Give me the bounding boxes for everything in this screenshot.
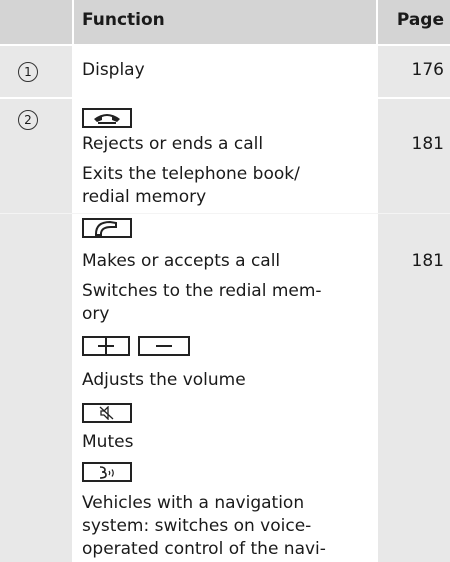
row-page-display: 176	[411, 60, 444, 80]
row-divider	[0, 213, 450, 214]
reject-call-page: 181	[411, 134, 444, 154]
row-label-display: Display	[82, 60, 145, 80]
accept-call-page: 181	[411, 251, 444, 271]
header-page: Page	[396, 10, 444, 30]
end-call-key	[82, 108, 132, 128]
minus-icon	[156, 345, 172, 347]
mutes-text: Mutes	[82, 432, 134, 452]
voice-control-line1: Vehicles with a navigation	[82, 493, 305, 513]
accept-call-key	[82, 218, 132, 238]
mute-icon	[99, 406, 114, 420]
row-number-2: 2	[18, 110, 38, 130]
voice-control-key	[82, 462, 132, 482]
mute-key	[82, 403, 132, 423]
number-column	[0, 0, 72, 562]
manual-page: Function Page 1 Display 176 2 Rejects or…	[0, 0, 450, 562]
voice-control-line3: operated control of the navi-	[82, 539, 326, 559]
minus-key	[138, 336, 190, 356]
row-divider	[0, 44, 450, 46]
table-header: Function Page	[0, 0, 450, 44]
voice-control-line2: system: switches on voice-	[82, 516, 312, 536]
accept-call-icon	[95, 220, 117, 236]
plus-icon	[98, 338, 114, 354]
voice-control-icon	[99, 466, 114, 479]
adjust-volume-text: Adjusts the volume	[82, 370, 246, 390]
exit-phonebook-line2: redial memory	[82, 187, 207, 207]
reject-call-text: Rejects or ends a call	[82, 134, 264, 154]
plus-key	[82, 336, 130, 356]
exit-phonebook-line1: Exits the telephone book/	[82, 164, 300, 184]
switch-redial-line1: Switches to the redial mem-	[82, 281, 322, 301]
switch-redial-line2: ory	[82, 304, 110, 324]
page-column	[378, 0, 450, 562]
row-number-1: 1	[18, 62, 38, 82]
header-function: Function	[82, 10, 165, 30]
end-call-icon	[94, 114, 120, 124]
header-num-cell	[0, 0, 72, 44]
accept-call-text: Makes or accepts a call	[82, 251, 281, 271]
row-divider	[0, 97, 450, 99]
